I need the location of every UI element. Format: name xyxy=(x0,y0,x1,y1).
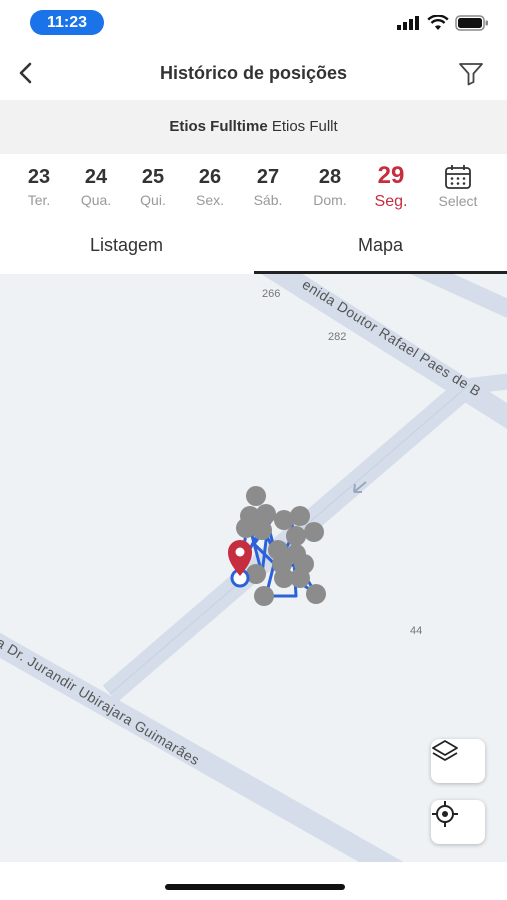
vehicle-bar[interactable]: Etios Fulltime Etios Fullt xyxy=(0,100,507,154)
date-item-27[interactable]: 27 Sáb. xyxy=(240,154,296,226)
date-selector: 23 Ter. 24 Qua. 25 Qui. 26 Sex. 27 Sáb. … xyxy=(0,154,507,226)
layers-icon xyxy=(432,740,458,761)
calendar-icon xyxy=(445,165,471,189)
date-number: 27 xyxy=(256,166,280,188)
vehicle-name: Etios Fulltime xyxy=(169,118,268,135)
date-item-26[interactable]: 26 Sex. xyxy=(182,154,238,226)
tab-listagem[interactable]: Listagem xyxy=(0,226,253,274)
date-weekday: Dom. xyxy=(313,192,347,208)
tab-mapa[interactable]: Mapa xyxy=(254,226,507,274)
date-weekday: Ter. xyxy=(27,192,51,208)
map-number-label: 282 xyxy=(328,331,347,343)
status-time: 11:23 xyxy=(30,10,104,35)
position-marker xyxy=(274,568,294,588)
road-jurandir xyxy=(0,632,404,862)
vehicle-plate: Etios Fullt xyxy=(271,118,338,135)
position-marker xyxy=(286,526,306,546)
map-view[interactable]: 266 282 44 enida Doutor Rafael Paes de B… xyxy=(0,274,507,862)
page-title: Histórico de posições xyxy=(159,63,348,83)
date-number: 25 xyxy=(141,166,165,188)
battery-icon xyxy=(455,15,488,31)
date-item-29-selected[interactable]: 29 Seg. xyxy=(363,154,419,226)
home-indicator[interactable] xyxy=(165,884,345,890)
map-number-label: 44 xyxy=(410,625,423,637)
select-date-button[interactable]: Select xyxy=(428,154,488,226)
date-weekday: Qua. xyxy=(80,192,112,208)
date-weekday: Sáb. xyxy=(253,192,283,208)
position-marker xyxy=(254,586,274,606)
date-number: 28 xyxy=(318,166,342,188)
signal-icon xyxy=(397,16,419,30)
date-number: 26 xyxy=(198,166,222,188)
date-item-28[interactable]: 28 Dom. xyxy=(302,154,358,226)
wifi-icon xyxy=(427,15,449,30)
view-tabs: Listagem Mapa xyxy=(0,226,507,274)
select-date-label: Select xyxy=(438,193,478,209)
date-item-24[interactable]: 24 Qua. xyxy=(68,154,124,226)
date-weekday: Qui. xyxy=(140,192,166,208)
filter-icon xyxy=(459,63,483,86)
date-weekday: Seg. xyxy=(374,193,408,210)
map-number-label: 266 xyxy=(262,288,281,300)
locate-icon xyxy=(432,801,458,827)
app-header: Histórico de posições xyxy=(0,46,507,100)
status-icons xyxy=(397,12,489,34)
date-item-23[interactable]: 23 Ter. xyxy=(11,154,67,226)
position-marker xyxy=(306,584,326,604)
date-weekday: Sex. xyxy=(195,192,224,208)
road-top-right xyxy=(410,274,507,318)
status-bar: 11:23 xyxy=(0,0,507,46)
position-marker xyxy=(246,486,266,506)
date-number: 29 xyxy=(377,162,405,189)
filter-button[interactable] xyxy=(455,58,487,90)
home-bar-area xyxy=(0,862,507,900)
date-item-25[interactable]: 25 Qui. xyxy=(125,154,181,226)
position-marker xyxy=(290,506,310,526)
date-number: 24 xyxy=(84,166,108,188)
position-marker xyxy=(304,522,324,542)
date-number: 23 xyxy=(27,166,51,188)
position-marker xyxy=(252,520,272,540)
locate-button[interactable] xyxy=(431,800,485,844)
layers-button[interactable] xyxy=(431,739,485,783)
